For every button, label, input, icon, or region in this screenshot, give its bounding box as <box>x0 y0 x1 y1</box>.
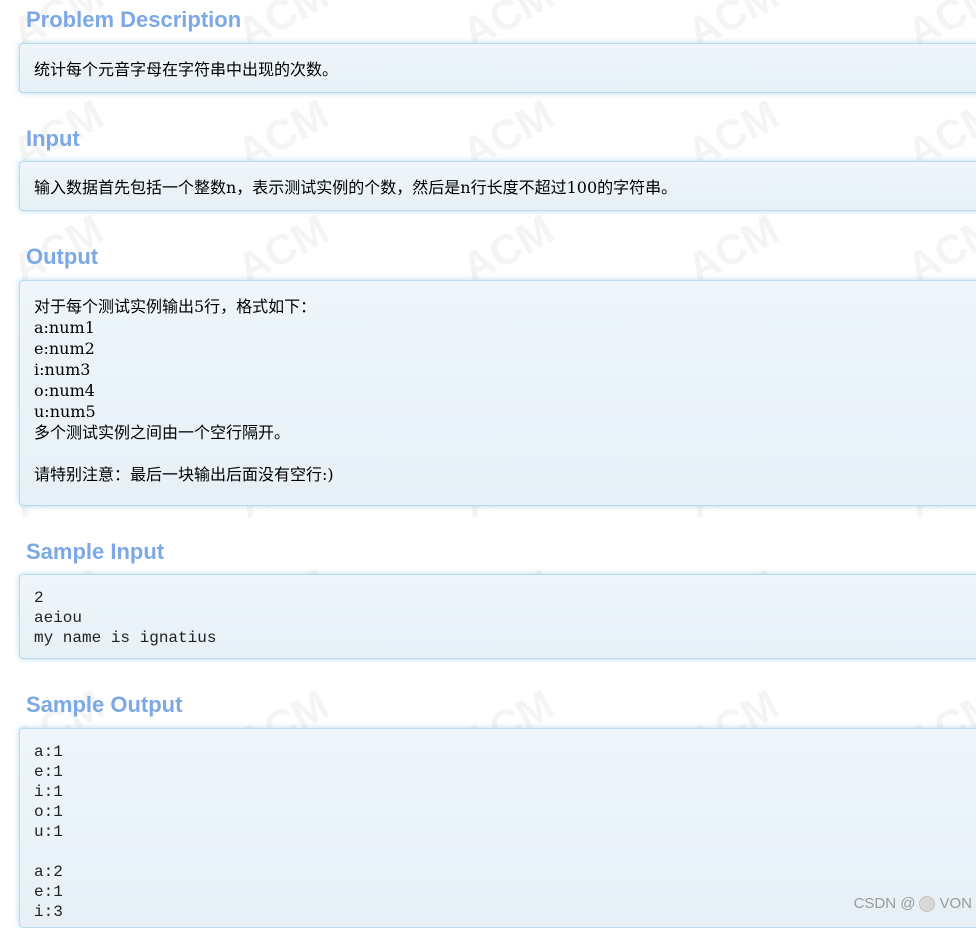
sample-output-line: o:1 <box>34 803 63 821</box>
section-title-sample-output: Sample Output <box>26 692 183 717</box>
sample-input-line: 2 <box>34 589 44 607</box>
output-line: e:num2 <box>34 339 95 358</box>
sample-output-line: a:1 <box>34 743 63 761</box>
sample-output-line: i:1 <box>34 783 63 801</box>
panel-output: 对于每个测试实例输出5行，格式如下： a:num1 e:num2 i:num3 … <box>19 280 976 506</box>
panel-sample-output: a:1 e:1 i:1 o:1 u:1 a:2 e:1 i:3 <box>19 728 976 928</box>
output-line: o:num4 <box>34 381 95 400</box>
output-line: 请特别注意：最后一块输出后面没有空行:) <box>34 465 334 484</box>
section-title-input: Input <box>26 126 80 151</box>
output-blank-line <box>34 443 976 464</box>
output-line: 多个测试实例之间由一个空行隔开。 <box>34 423 291 442</box>
panel-problem-description: 统计每个元音字母在字符串中出现的次数。 <box>19 43 976 93</box>
sample-output-line: u:1 <box>34 823 63 841</box>
input-text: 输入数据首先包括一个整数n，表示测试实例的个数，然后是n行长度不超过100的字符… <box>34 178 678 197</box>
sample-output-blank-line <box>34 842 976 862</box>
csdn-credit: CSDN @ VON <box>854 895 972 912</box>
output-line: u:num5 <box>34 402 96 421</box>
panel-sample-input: 2 aeiou my name is ignatius <box>19 574 976 659</box>
problem-description-text: 统计每个元音字母在字符串中出现的次数。 <box>34 60 339 79</box>
credit-prefix: CSDN @ <box>853 895 916 912</box>
sample-output-line: a:2 <box>34 863 63 881</box>
sample-output-line: e:1 <box>34 883 63 901</box>
output-line: i:num3 <box>34 360 91 379</box>
credit-suffix: VON <box>939 895 972 912</box>
panel-input: 输入数据首先包括一个整数n，表示测试实例的个数，然后是n行长度不超过100的字符… <box>19 161 976 211</box>
section-title-problem-description: Problem Description <box>26 7 242 32</box>
output-line: 对于每个测试实例输出5行，格式如下： <box>34 297 317 316</box>
sample-output-line: i:3 <box>34 903 63 921</box>
section-title-sample-input: Sample Input <box>26 539 165 564</box>
sample-input-line: my name is ignatius <box>34 629 217 647</box>
avatar-dot-icon <box>919 895 936 912</box>
sample-input-line: aeiou <box>34 609 83 627</box>
output-line: a:num1 <box>34 318 95 337</box>
section-title-output: Output <box>26 244 99 269</box>
sample-output-line: e:1 <box>34 763 63 781</box>
